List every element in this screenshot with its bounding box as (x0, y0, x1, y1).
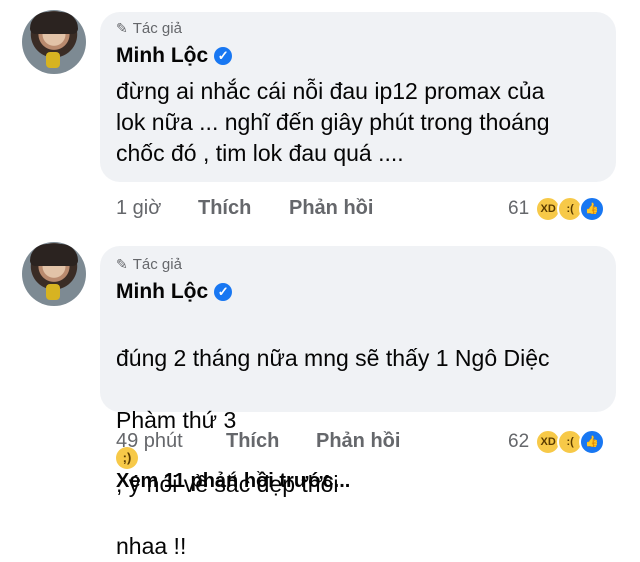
like-button[interactable]: Thích (198, 197, 251, 220)
comment-line: nhaa !! (116, 533, 187, 559)
pencil-icon: ✎ (116, 256, 128, 272)
pencil-icon: ✎ (116, 20, 128, 36)
reply-button[interactable]: Phản hồi (316, 430, 400, 453)
author-tag-label: Tác giả (132, 20, 182, 37)
author-name[interactable]: Minh Lộc ✓ (116, 44, 233, 68)
avatar[interactable] (22, 242, 86, 306)
reaction-count: 62 (508, 431, 530, 452)
like-button[interactable]: Thích (226, 430, 279, 453)
avatar[interactable] (22, 10, 86, 74)
comment-line: đúng 2 tháng nữa mng sẽ thấy 1 Ngô Diệc (116, 345, 550, 371)
author-name-text[interactable]: Minh Lộc (116, 280, 208, 304)
verified-icon: ✓ (214, 283, 233, 301)
comment-time[interactable]: 1 giờ (116, 197, 161, 220)
author-tag-label: Tác giả (132, 256, 182, 273)
verified-icon: ✓ (214, 47, 233, 65)
reaction-summary[interactable]: 62 XD :( 👍 (508, 429, 606, 455)
author-name[interactable]: Minh Lộc ✓ (116, 280, 233, 304)
avatar-mic (46, 52, 60, 68)
avatar-hair (30, 244, 78, 266)
comment-time[interactable]: 49 phút (116, 430, 183, 453)
like-icon: 👍 (579, 196, 606, 222)
avatar-hair (30, 12, 78, 34)
author-badge: ✎ Tác giả (116, 20, 182, 37)
author-badge: ✎ Tác giả (116, 256, 182, 273)
reaction-summary[interactable]: 61 XD :( 👍 (508, 196, 606, 222)
reaction-count: 61 (508, 198, 530, 219)
comment-text: đừng ai nhắc cái nỗi đau ip12 promax của… (116, 78, 550, 166)
avatar-mic (46, 284, 60, 300)
author-name-text[interactable]: Minh Lộc (116, 44, 208, 68)
view-previous-replies-link[interactable]: Xem 11 phản hồi trước... (116, 470, 350, 493)
reply-button[interactable]: Phản hồi (289, 197, 373, 220)
like-icon: 👍 (579, 429, 606, 455)
